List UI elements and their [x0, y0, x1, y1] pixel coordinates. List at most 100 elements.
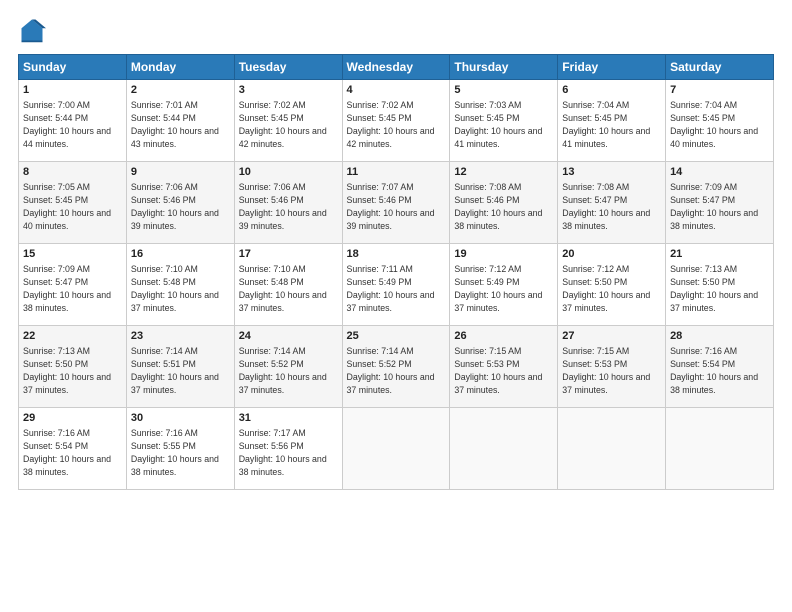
day-info: Sunrise: 7:09 AMSunset: 5:47 PMDaylight:…: [670, 182, 758, 230]
calendar-cell: 20 Sunrise: 7:12 AMSunset: 5:50 PMDaylig…: [558, 244, 666, 326]
calendar-week-1: 1 Sunrise: 7:00 AMSunset: 5:44 PMDayligh…: [19, 80, 774, 162]
calendar-cell: 18 Sunrise: 7:11 AMSunset: 5:49 PMDaylig…: [342, 244, 450, 326]
calendar-cell: 5 Sunrise: 7:03 AMSunset: 5:45 PMDayligh…: [450, 80, 558, 162]
day-number: 29: [23, 411, 122, 426]
calendar-cell: [666, 408, 774, 490]
day-info: Sunrise: 7:01 AMSunset: 5:44 PMDaylight:…: [131, 100, 219, 148]
calendar-cell: 7 Sunrise: 7:04 AMSunset: 5:45 PMDayligh…: [666, 80, 774, 162]
day-info: Sunrise: 7:03 AMSunset: 5:45 PMDaylight:…: [454, 100, 542, 148]
calendar-cell: 4 Sunrise: 7:02 AMSunset: 5:45 PMDayligh…: [342, 80, 450, 162]
day-info: Sunrise: 7:02 AMSunset: 5:45 PMDaylight:…: [239, 100, 327, 148]
day-number: 16: [131, 247, 230, 262]
col-header-wednesday: Wednesday: [342, 55, 450, 80]
day-number: 26: [454, 329, 553, 344]
logo-icon: [18, 16, 46, 44]
day-number: 11: [347, 165, 446, 180]
day-info: Sunrise: 7:04 AMSunset: 5:45 PMDaylight:…: [562, 100, 650, 148]
day-info: Sunrise: 7:15 AMSunset: 5:53 PMDaylight:…: [562, 346, 650, 394]
day-info: Sunrise: 7:14 AMSunset: 5:52 PMDaylight:…: [347, 346, 435, 394]
col-header-tuesday: Tuesday: [234, 55, 342, 80]
calendar-cell: 6 Sunrise: 7:04 AMSunset: 5:45 PMDayligh…: [558, 80, 666, 162]
day-number: 15: [23, 247, 122, 262]
day-number: 18: [347, 247, 446, 262]
day-number: 3: [239, 83, 338, 98]
day-number: 20: [562, 247, 661, 262]
col-header-friday: Friday: [558, 55, 666, 80]
calendar-table: SundayMondayTuesdayWednesdayThursdayFrid…: [18, 54, 774, 490]
day-number: 10: [239, 165, 338, 180]
calendar-cell: 26 Sunrise: 7:15 AMSunset: 5:53 PMDaylig…: [450, 326, 558, 408]
day-info: Sunrise: 7:10 AMSunset: 5:48 PMDaylight:…: [131, 264, 219, 312]
calendar-cell: [450, 408, 558, 490]
calendar-cell: 11 Sunrise: 7:07 AMSunset: 5:46 PMDaylig…: [342, 162, 450, 244]
day-number: 8: [23, 165, 122, 180]
day-number: 5: [454, 83, 553, 98]
day-number: 23: [131, 329, 230, 344]
day-number: 13: [562, 165, 661, 180]
calendar-cell: 17 Sunrise: 7:10 AMSunset: 5:48 PMDaylig…: [234, 244, 342, 326]
calendar-cell: 22 Sunrise: 7:13 AMSunset: 5:50 PMDaylig…: [19, 326, 127, 408]
day-info: Sunrise: 7:14 AMSunset: 5:52 PMDaylight:…: [239, 346, 327, 394]
col-header-sunday: Sunday: [19, 55, 127, 80]
day-number: 17: [239, 247, 338, 262]
calendar-cell: 29 Sunrise: 7:16 AMSunset: 5:54 PMDaylig…: [19, 408, 127, 490]
day-number: 14: [670, 165, 769, 180]
calendar-cell: 15 Sunrise: 7:09 AMSunset: 5:47 PMDaylig…: [19, 244, 127, 326]
calendar-cell: 25 Sunrise: 7:14 AMSunset: 5:52 PMDaylig…: [342, 326, 450, 408]
day-number: 27: [562, 329, 661, 344]
day-info: Sunrise: 7:06 AMSunset: 5:46 PMDaylight:…: [239, 182, 327, 230]
day-number: 30: [131, 411, 230, 426]
day-info: Sunrise: 7:00 AMSunset: 5:44 PMDaylight:…: [23, 100, 111, 148]
day-number: 12: [454, 165, 553, 180]
calendar-cell: 24 Sunrise: 7:14 AMSunset: 5:52 PMDaylig…: [234, 326, 342, 408]
day-info: Sunrise: 7:12 AMSunset: 5:50 PMDaylight:…: [562, 264, 650, 312]
day-info: Sunrise: 7:13 AMSunset: 5:50 PMDaylight:…: [670, 264, 758, 312]
col-header-thursday: Thursday: [450, 55, 558, 80]
day-info: Sunrise: 7:16 AMSunset: 5:54 PMDaylight:…: [23, 428, 111, 476]
day-info: Sunrise: 7:04 AMSunset: 5:45 PMDaylight:…: [670, 100, 758, 148]
day-info: Sunrise: 7:10 AMSunset: 5:48 PMDaylight:…: [239, 264, 327, 312]
calendar-cell: 9 Sunrise: 7:06 AMSunset: 5:46 PMDayligh…: [126, 162, 234, 244]
day-number: 9: [131, 165, 230, 180]
day-info: Sunrise: 7:09 AMSunset: 5:47 PMDaylight:…: [23, 264, 111, 312]
calendar-cell: 1 Sunrise: 7:00 AMSunset: 5:44 PMDayligh…: [19, 80, 127, 162]
page: SundayMondayTuesdayWednesdayThursdayFrid…: [0, 0, 792, 612]
day-info: Sunrise: 7:16 AMSunset: 5:55 PMDaylight:…: [131, 428, 219, 476]
day-info: Sunrise: 7:05 AMSunset: 5:45 PMDaylight:…: [23, 182, 111, 230]
calendar-cell: 27 Sunrise: 7:15 AMSunset: 5:53 PMDaylig…: [558, 326, 666, 408]
day-info: Sunrise: 7:14 AMSunset: 5:51 PMDaylight:…: [131, 346, 219, 394]
day-number: 6: [562, 83, 661, 98]
day-info: Sunrise: 7:12 AMSunset: 5:49 PMDaylight:…: [454, 264, 542, 312]
calendar-cell: 30 Sunrise: 7:16 AMSunset: 5:55 PMDaylig…: [126, 408, 234, 490]
day-info: Sunrise: 7:07 AMSunset: 5:46 PMDaylight:…: [347, 182, 435, 230]
calendar-cell: 3 Sunrise: 7:02 AMSunset: 5:45 PMDayligh…: [234, 80, 342, 162]
calendar-week-4: 22 Sunrise: 7:13 AMSunset: 5:50 PMDaylig…: [19, 326, 774, 408]
day-info: Sunrise: 7:08 AMSunset: 5:47 PMDaylight:…: [562, 182, 650, 230]
day-number: 25: [347, 329, 446, 344]
day-number: 7: [670, 83, 769, 98]
day-number: 1: [23, 83, 122, 98]
calendar-week-5: 29 Sunrise: 7:16 AMSunset: 5:54 PMDaylig…: [19, 408, 774, 490]
day-number: 2: [131, 83, 230, 98]
logo: [18, 16, 50, 44]
day-number: 21: [670, 247, 769, 262]
calendar-cell: 21 Sunrise: 7:13 AMSunset: 5:50 PMDaylig…: [666, 244, 774, 326]
day-number: 19: [454, 247, 553, 262]
day-info: Sunrise: 7:15 AMSunset: 5:53 PMDaylight:…: [454, 346, 542, 394]
calendar-cell: 19 Sunrise: 7:12 AMSunset: 5:49 PMDaylig…: [450, 244, 558, 326]
calendar-cell: 14 Sunrise: 7:09 AMSunset: 5:47 PMDaylig…: [666, 162, 774, 244]
calendar-week-3: 15 Sunrise: 7:09 AMSunset: 5:47 PMDaylig…: [19, 244, 774, 326]
day-number: 24: [239, 329, 338, 344]
day-info: Sunrise: 7:17 AMSunset: 5:56 PMDaylight:…: [239, 428, 327, 476]
day-info: Sunrise: 7:02 AMSunset: 5:45 PMDaylight:…: [347, 100, 435, 148]
col-header-monday: Monday: [126, 55, 234, 80]
calendar-cell: [342, 408, 450, 490]
day-info: Sunrise: 7:11 AMSunset: 5:49 PMDaylight:…: [347, 264, 435, 312]
calendar-cell: 13 Sunrise: 7:08 AMSunset: 5:47 PMDaylig…: [558, 162, 666, 244]
calendar-cell: 16 Sunrise: 7:10 AMSunset: 5:48 PMDaylig…: [126, 244, 234, 326]
calendar-cell: 10 Sunrise: 7:06 AMSunset: 5:46 PMDaylig…: [234, 162, 342, 244]
calendar-cell: 28 Sunrise: 7:16 AMSunset: 5:54 PMDaylig…: [666, 326, 774, 408]
day-number: 4: [347, 83, 446, 98]
calendar-cell: 12 Sunrise: 7:08 AMSunset: 5:46 PMDaylig…: [450, 162, 558, 244]
calendar-cell: 2 Sunrise: 7:01 AMSunset: 5:44 PMDayligh…: [126, 80, 234, 162]
